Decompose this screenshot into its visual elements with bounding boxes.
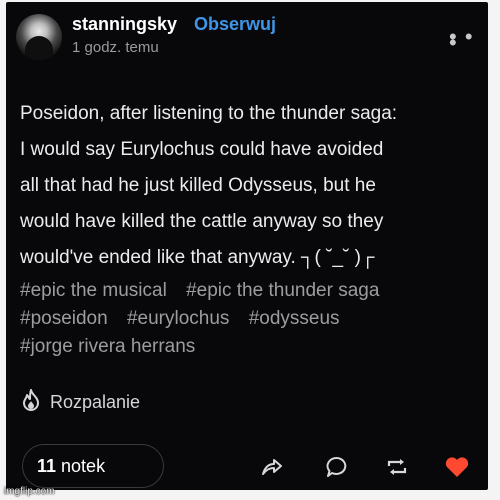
post-text-line: would have killed the cattle anyway so t…: [20, 211, 384, 232]
tag-link[interactable]: #jorge rivera herrans: [20, 336, 195, 357]
ellipsis-icon[interactable]: • • •: [449, 26, 488, 54]
notes-label: notek: [61, 455, 106, 476]
notes-count: 11: [37, 455, 57, 476]
watermark: imgflip.com: [4, 486, 55, 497]
tag-link[interactable]: #poseidon: [20, 308, 108, 329]
reply-icon[interactable]: [324, 454, 350, 480]
post-body: Poseidon, after listening to the thunder…: [20, 96, 480, 276]
post-text-line: Poseidon, after listening to the thunder…: [20, 103, 398, 124]
tag-link[interactable]: #eurylochus: [127, 308, 229, 329]
reblog-icon[interactable]: [384, 454, 410, 480]
tag-link[interactable]: #epic the thunder saga: [186, 280, 379, 301]
post-card: stanningsky Obserwuj 1 godz. temu • • • …: [6, 2, 488, 490]
avatar[interactable]: [16, 14, 62, 60]
post-text-line: all that had he just killed Odysseus, bu…: [20, 175, 376, 196]
blaze-button[interactable]: Rozpalanie: [20, 388, 140, 417]
tag-link[interactable]: #epic the musical: [20, 280, 167, 301]
tag-link[interactable]: #odysseus: [249, 308, 340, 329]
post-timestamp: 1 godz. temu: [72, 39, 159, 56]
post-text-line: would've ended like that anyway. ┐( ˘_˘ …: [20, 247, 375, 268]
share-icon[interactable]: [259, 454, 285, 480]
follow-button[interactable]: Obserwuj: [194, 14, 276, 35]
tag-row: #poseidon #eurylochus #odysseus: [20, 305, 480, 333]
tag-list: #epic the musical #epic the thunder saga…: [20, 277, 480, 361]
username-link[interactable]: stanningsky: [72, 14, 177, 35]
notes-button[interactable]: 11 notek: [22, 444, 164, 488]
blaze-label: Rozpalanie: [50, 392, 141, 412]
heart-icon[interactable]: [444, 454, 470, 480]
tag-row: #epic the musical #epic the thunder saga: [20, 277, 480, 305]
tag-row: #jorge rivera herrans: [20, 333, 480, 361]
flame-icon: [20, 388, 42, 417]
post-text-line: I would say Eurylochus could have avoide…: [20, 139, 384, 160]
